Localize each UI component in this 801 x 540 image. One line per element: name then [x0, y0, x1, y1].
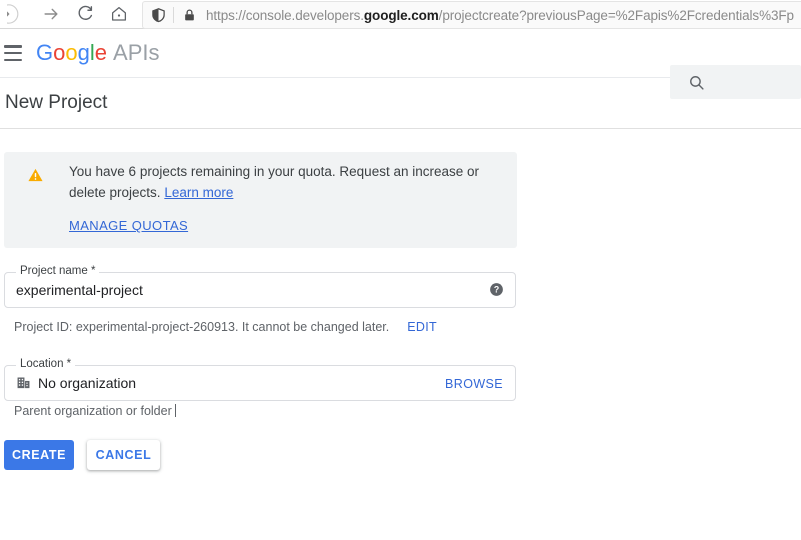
url-scheme: https://console.developers. — [206, 7, 364, 23]
reload-button[interactable] — [68, 0, 102, 28]
home-icon — [111, 6, 127, 21]
hamburger-line — [4, 45, 22, 48]
help-circle-icon[interactable]: ? — [489, 282, 504, 302]
hamburger-line — [4, 58, 22, 61]
logo-letter-o2: o — [65, 40, 78, 65]
location-field[interactable]: Location * No organization BROWSE — [4, 358, 516, 401]
forward-arrow-icon — [44, 8, 58, 20]
logo-letter-e: e — [94, 40, 108, 65]
page-title-bar: New Project — [0, 78, 801, 129]
learn-more-link[interactable]: Learn more — [164, 185, 233, 200]
hamburger-menu-icon[interactable] — [4, 45, 22, 61]
project-id-line: Project ID: experimental-project-260913.… — [14, 320, 437, 334]
url-host: google.com — [363, 7, 439, 23]
app-header: Google APIs — [0, 29, 801, 99]
create-button[interactable]: CREATE — [4, 440, 74, 470]
hamburger-line — [4, 51, 22, 55]
project-name-field[interactable]: Project name * experimental-project ? — [4, 265, 516, 308]
lock-icon[interactable] — [174, 7, 204, 23]
quota-message: You have 6 projects remaining in your qu… — [69, 161, 479, 203]
cancel-button[interactable]: CANCEL — [87, 440, 160, 470]
location-label: Location * — [16, 358, 76, 370]
tracking-protection-shield-icon[interactable] — [143, 7, 173, 23]
back-arrow-icon — [7, 4, 19, 24]
location-helper-label: Parent organization or folder — [14, 404, 172, 418]
logo-letter-o1: o — [53, 40, 66, 65]
google-apis-logo[interactable]: Google APIs — [36, 40, 159, 66]
text-caret — [174, 404, 176, 417]
warning-triangle-icon — [27, 167, 44, 188]
browser-chrome: https://console.developers.google.com/pr… — [0, 0, 801, 29]
project-id-text: Project ID: experimental-project-260913.… — [14, 320, 390, 334]
quota-message-text: You have 6 projects remaining in your qu… — [69, 164, 480, 200]
edit-project-id-link[interactable]: EDIT — [407, 320, 437, 334]
home-button[interactable] — [102, 0, 136, 28]
browser-nav-buttons — [0, 0, 136, 28]
url-text: https://console.developers.google.com/pr… — [204, 8, 794, 23]
url-bar[interactable]: https://console.developers.google.com/pr… — [142, 1, 801, 29]
manage-quotas-link[interactable]: MANAGE QUOTAS — [69, 218, 188, 233]
reload-icon — [78, 5, 93, 20]
project-name-label: Project name * — [16, 265, 100, 277]
svg-text:?: ? — [494, 285, 499, 295]
back-button[interactable] — [0, 0, 34, 28]
logo-suffix-apis: APIs — [113, 40, 160, 65]
logo-letter-g2: g — [77, 40, 90, 65]
project-name-value: experimental-project — [16, 282, 143, 298]
organization-building-icon — [16, 375, 31, 395]
url-path: /projectcreate?previousPage=%2Fapis%2Fcr… — [438, 7, 794, 23]
location-value: No organization — [38, 375, 137, 391]
forward-button[interactable] — [34, 0, 68, 28]
location-helper-text: Parent organization or folder — [14, 404, 176, 418]
logo-letter-g: G — [36, 40, 54, 65]
browse-location-link[interactable]: BROWSE — [445, 377, 503, 391]
page-title: New Project — [5, 92, 108, 113]
